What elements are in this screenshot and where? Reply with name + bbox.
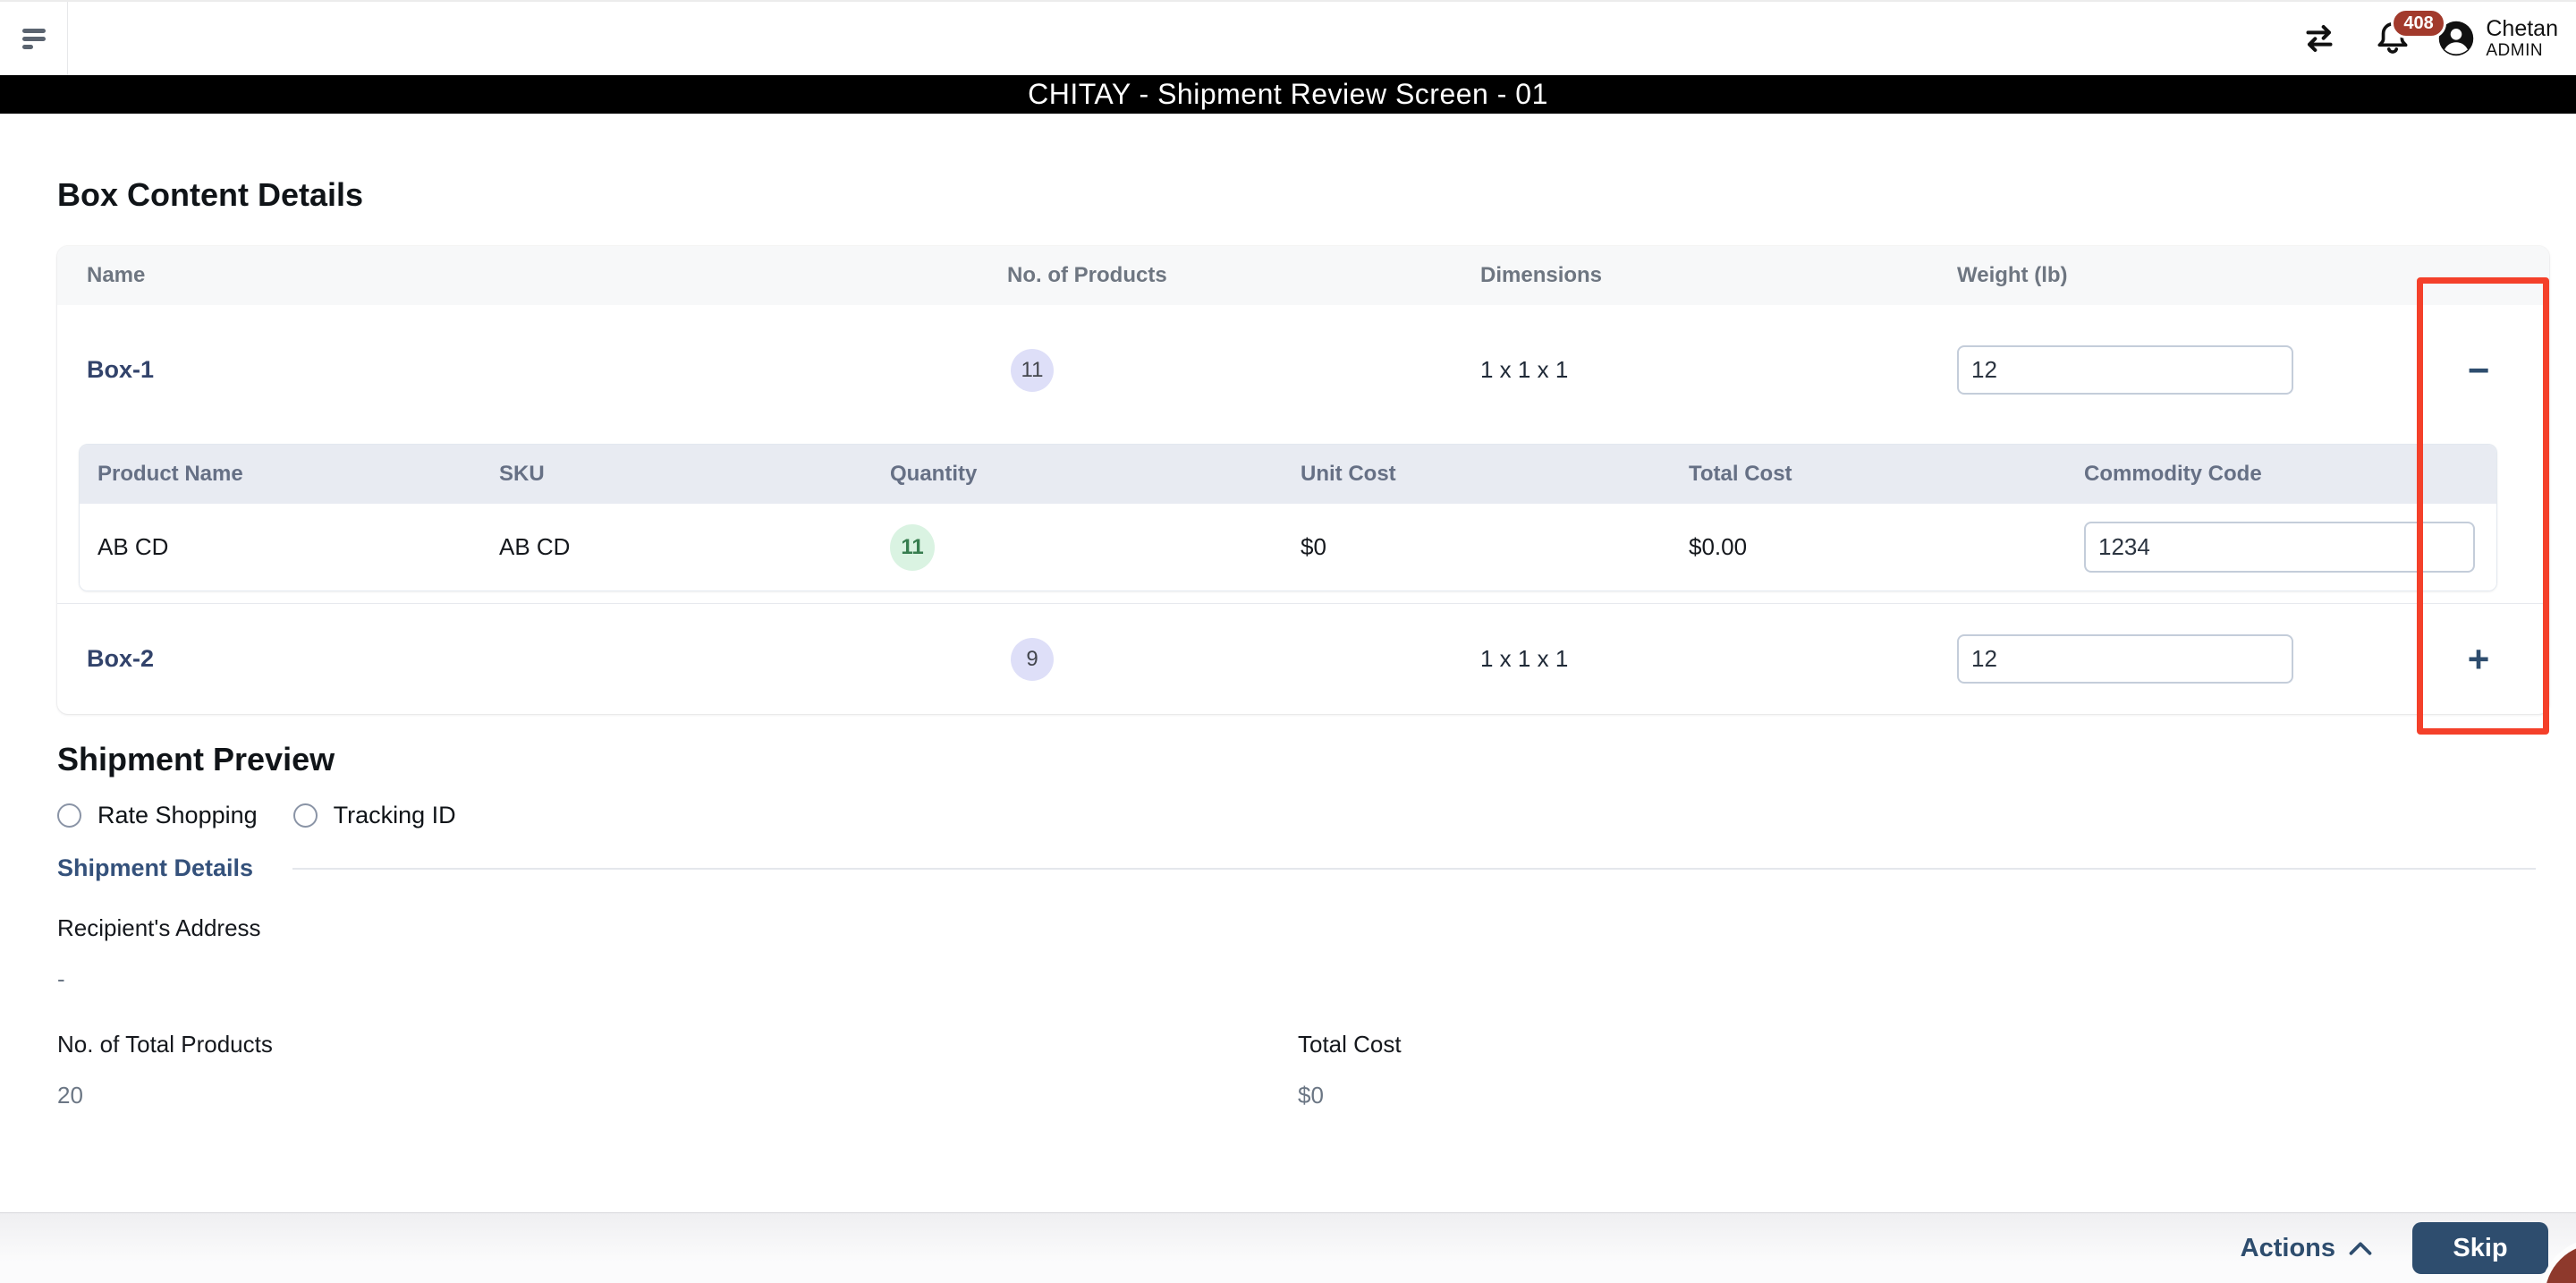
- box-2-weight-input[interactable]: [1957, 634, 2293, 684]
- user-name: Chetan: [2486, 15, 2558, 41]
- box-2-expand-button[interactable]: +: [2455, 636, 2502, 683]
- chevron-up-icon: [2348, 1239, 2373, 1257]
- total-products-label: No. of Total Products: [57, 1031, 273, 1058]
- radio-label: Rate Shopping: [97, 802, 258, 828]
- recipient-address-value: -: [57, 965, 65, 992]
- column-header-dimensions: Dimensions: [1480, 263, 1603, 287]
- box-1-dimensions: 1 x 1 x 1: [1480, 356, 1569, 383]
- column-header-name: Name: [87, 263, 146, 287]
- total-products-value: 20: [57, 1082, 83, 1109]
- radio-circle-icon[interactable]: [57, 803, 81, 828]
- table-row-box-1: Box-1 11 1 x 1 x 1 −: [57, 305, 2549, 435]
- products-table-header-row: Product Name SKU Quantity Unit Cost Tota…: [80, 445, 2496, 504]
- notification-count-badge: 408: [2391, 8, 2446, 38]
- box-1-link[interactable]: Box-1: [87, 356, 1007, 384]
- screen-title-bar: CHITAY - Shipment Review Screen - 01: [0, 75, 2576, 114]
- product-quantity-badge: 11: [890, 523, 935, 571]
- shipment-details-link[interactable]: Shipment Details: [57, 854, 253, 882]
- box-1-collapse-button[interactable]: −: [2455, 347, 2502, 394]
- commodity-code-input[interactable]: [2084, 522, 2475, 573]
- divider-line: [292, 867, 2536, 870]
- column-header-sku: SKU: [499, 462, 545, 486]
- user-menu[interactable]: Chetan ADMIN: [2437, 16, 2558, 62]
- total-cost-label: Total Cost: [1298, 1031, 1402, 1058]
- box-content-table: Name No. of Products Dimensions Weight (…: [57, 246, 2549, 714]
- column-header-unit-cost: Unit Cost: [1301, 462, 1396, 486]
- skip-button[interactable]: Skip: [2412, 1222, 2548, 1274]
- product-total-cost-cell: $0.00: [1689, 533, 1748, 560]
- user-role: ADMIN: [2486, 41, 2544, 61]
- footer-action-bar: Actions Skip: [0, 1212, 2576, 1283]
- box-1-weight-input[interactable]: [1957, 345, 2293, 395]
- top-bar: 408 Chetan ADMIN: [0, 0, 2576, 75]
- box-1-product-count-badge: 11: [1011, 348, 1054, 392]
- shipment-details-section: Shipment Details: [57, 854, 2549, 882]
- box-table-header-row: Name No. of Products Dimensions Weight (…: [57, 246, 2549, 305]
- column-header-commodity-code: Commodity Code: [2084, 462, 2262, 486]
- column-header-product-name: Product Name: [97, 462, 243, 486]
- products-table: Product Name SKU Quantity Unit Cost Tota…: [79, 444, 2497, 591]
- plus-icon: +: [2467, 637, 2490, 680]
- box-1-products-section: Product Name SKU Quantity Unit Cost Tota…: [57, 435, 2549, 603]
- main-content: Box Content Details Name No. of Products…: [0, 176, 2576, 1109]
- menu-button[interactable]: [0, 2, 68, 75]
- radio-label: Tracking ID: [333, 802, 456, 828]
- radio-option-tracking-id[interactable]: Tracking ID: [292, 802, 456, 829]
- recipient-address-label: Recipient's Address: [57, 914, 261, 941]
- box-2-link[interactable]: Box-2: [87, 645, 1007, 673]
- box-content-heading: Box Content Details: [57, 176, 364, 213]
- minus-icon: −: [2467, 348, 2490, 391]
- transfer-arrows-icon: [2300, 21, 2339, 56]
- column-header-num-products: No. of Products: [1007, 263, 1167, 287]
- column-header-weight: Weight (lb): [1957, 263, 2068, 287]
- column-header-total-cost: Total Cost: [1689, 462, 1792, 486]
- box-2-product-count-badge: 9: [1011, 637, 1054, 681]
- product-name-cell: AB CD: [97, 533, 169, 560]
- shipment-preview-heading: Shipment Preview: [57, 741, 335, 777]
- radio-option-rate-shopping[interactable]: Rate Shopping: [57, 802, 258, 829]
- product-sku-cell: AB CD: [499, 533, 571, 560]
- box-2-dimensions: 1 x 1 x 1: [1480, 645, 1569, 672]
- radio-circle-icon[interactable]: [292, 803, 318, 828]
- actions-button[interactable]: Actions: [2241, 1234, 2373, 1263]
- actions-button-label: Actions: [2240, 1233, 2335, 1262]
- product-unit-cost-cell: $0: [1301, 533, 1326, 560]
- column-header-quantity: Quantity: [890, 462, 978, 486]
- hamburger-menu-icon: [21, 28, 46, 49]
- page-title: CHITAY - Shipment Review Screen - 01: [1028, 78, 1548, 110]
- product-row: AB CD AB CD 11 $0 $0.00: [80, 504, 2496, 591]
- table-row-box-2: Box-2 9 1 x 1 x 1 +: [57, 604, 2549, 714]
- transfer-arrows-button[interactable]: [2300, 21, 2339, 56]
- totals-section: No. of Total Products 20 Total Cost $0: [57, 1031, 2549, 1109]
- total-cost-value: $0: [1298, 1082, 1324, 1109]
- preview-mode-radio-group: Rate Shopping Tracking ID: [57, 802, 2549, 829]
- notifications-button[interactable]: 408: [2373, 8, 2446, 58]
